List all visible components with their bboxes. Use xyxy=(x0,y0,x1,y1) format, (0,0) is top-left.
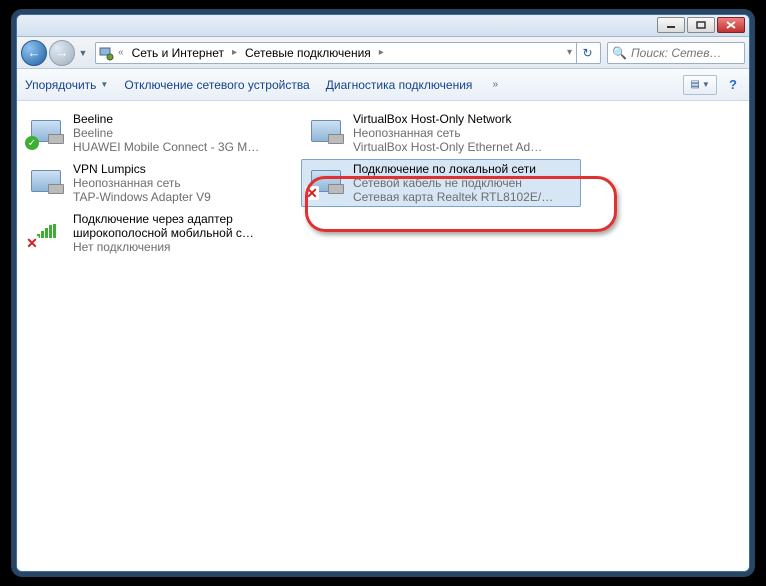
command-bar: Упорядочить ▼ Отключение сетевого устрой… xyxy=(17,69,749,101)
connection-device: VirtualBox Host-Only Ethernet Ad… xyxy=(353,140,542,154)
address-bar[interactable]: « Сеть и Интернет ▸ Сетевые подключения … xyxy=(95,42,601,64)
connection-item-broadband[interactable]: ✕ Подключение через адаптер широкополосн… xyxy=(21,209,301,257)
adapter-icon xyxy=(305,112,347,150)
search-icon: 🔍 xyxy=(612,46,627,60)
minimize-icon xyxy=(666,21,676,29)
diagnose-button[interactable]: Диагностика подключения xyxy=(326,78,473,92)
organize-label: Упорядочить xyxy=(25,78,96,92)
close-button[interactable] xyxy=(717,17,745,33)
connections-view: ✓ Beeline Beeline HUAWEI Mobile Connect … xyxy=(17,101,749,571)
connection-item-beeline[interactable]: ✓ Beeline Beeline HUAWEI Mobile Connect … xyxy=(21,109,301,157)
forward-arrow-icon: → xyxy=(56,45,69,60)
connection-status: Нет подключения xyxy=(73,240,293,254)
connection-device: HUAWEI Mobile Connect - 3G M… xyxy=(73,140,259,154)
minimize-button[interactable] xyxy=(657,17,685,33)
view-icon: ▤ xyxy=(690,79,699,90)
adapter-unplugged-icon: ✕ xyxy=(305,162,347,200)
chevron-right-icon: ▸ xyxy=(377,47,386,58)
back-button[interactable]: ← xyxy=(21,40,47,66)
view-mode-button[interactable]: ▤ ▼ xyxy=(683,75,717,95)
refresh-button[interactable]: ↻ xyxy=(576,42,598,64)
adapter-icon xyxy=(25,162,67,200)
dialup-ok-icon: ✓ xyxy=(25,112,67,150)
connection-status: Сетевой кабель не подключен xyxy=(353,176,553,190)
address-dropdown-icon[interactable]: ▾ xyxy=(565,47,574,58)
chevron-right-icon: ▸ xyxy=(230,47,239,58)
connection-title: VirtualBox Host-Only Network xyxy=(353,112,542,126)
connection-device: TAP-Windows Adapter V9 xyxy=(73,190,211,204)
explorer-window: ← → ▼ « Сеть и Интернет ▸ Сетевые подклю… xyxy=(16,14,750,572)
nav-bar: ← → ▼ « Сеть и Интернет ▸ Сетевые подклю… xyxy=(17,37,749,69)
close-icon xyxy=(726,21,736,29)
connection-status: Beeline xyxy=(73,126,259,140)
maximize-icon xyxy=(696,21,706,29)
breadcrumb-seg-2[interactable]: Сетевые подключения xyxy=(241,46,375,60)
connection-item-virtualbox[interactable]: VirtualBox Host-Only Network Неопознанна… xyxy=(301,109,581,157)
connection-title: Подключение через адаптер широкополосной… xyxy=(73,212,293,240)
disable-label: Отключение сетевого устройства xyxy=(124,78,309,92)
forward-button[interactable]: → xyxy=(49,40,75,66)
signal-bars-disconnected-icon: ✕ xyxy=(25,212,67,250)
connection-title: Подключение по локальной сети xyxy=(353,162,553,176)
connection-device: Сетевая карта Realtek RTL8102E/… xyxy=(353,190,553,204)
search-box[interactable]: 🔍 xyxy=(607,42,745,64)
chevron-left-icon: « xyxy=(116,47,126,58)
search-input[interactable] xyxy=(631,46,740,60)
chevron-down-icon: ▼ xyxy=(702,80,710,89)
connection-status: Неопознанная сеть xyxy=(73,176,211,190)
overflow-button[interactable]: » xyxy=(488,79,502,90)
organize-button[interactable]: Упорядочить ▼ xyxy=(25,78,108,92)
refresh-icon: ↻ xyxy=(582,46,592,60)
connection-item-lan[interactable]: ✕ Подключение по локальной сети Сетевой … xyxy=(301,159,581,207)
connection-status: Неопознанная сеть xyxy=(353,126,542,140)
connection-title: Beeline xyxy=(73,112,259,126)
disable-device-button[interactable]: Отключение сетевого устройства xyxy=(124,78,309,92)
help-button[interactable]: ? xyxy=(725,77,741,92)
titlebar xyxy=(17,15,749,37)
maximize-button[interactable] xyxy=(687,17,715,33)
chevron-down-icon: ▼ xyxy=(100,80,108,89)
back-arrow-icon: ← xyxy=(28,45,41,60)
history-dropdown[interactable]: ▼ xyxy=(77,43,89,63)
connection-title: VPN Lumpics xyxy=(73,162,211,176)
network-location-icon xyxy=(98,45,114,61)
diagnose-label: Диагностика подключения xyxy=(326,78,473,92)
help-icon: ? xyxy=(729,77,737,92)
column-2: VirtualBox Host-Only Network Неопознанна… xyxy=(301,109,581,207)
connection-item-vpn[interactable]: VPN Lumpics Неопознанная сеть TAP-Window… xyxy=(21,159,301,207)
column-1: ✓ Beeline Beeline HUAWEI Mobile Connect … xyxy=(21,109,301,257)
breadcrumb-seg-1[interactable]: Сеть и Интернет xyxy=(128,46,228,60)
